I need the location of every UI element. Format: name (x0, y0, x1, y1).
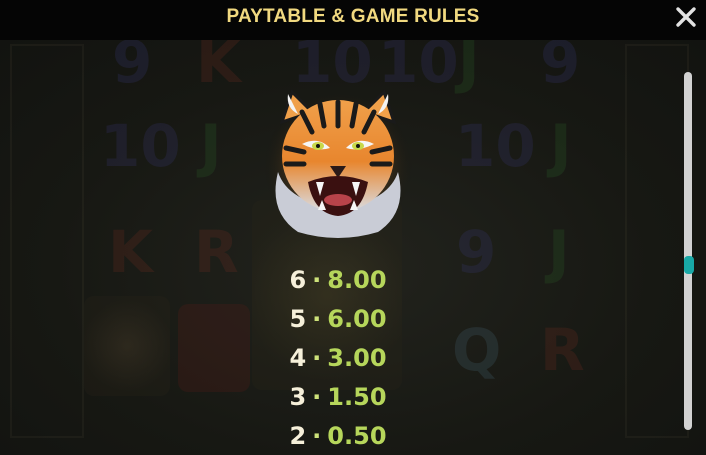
ghost-symbol: K (196, 40, 241, 96)
tiger-symbol-icon (262, 89, 414, 242)
ghost-symbol: J (458, 40, 480, 96)
payout-value: 8.00 (327, 266, 387, 294)
separator-dot: · (312, 383, 322, 411)
symbol-count: 6 (289, 266, 307, 294)
ghost-symbol: J (550, 112, 572, 180)
ghost-symbol: 10 (100, 112, 181, 180)
symbol-count: 5 (289, 305, 307, 333)
symbol-count: 3 (289, 383, 307, 411)
payout-value: 6.00 (327, 305, 387, 333)
reel-frame (10, 44, 84, 438)
payout-row: 4 · 3.00 (0, 341, 676, 375)
reel-frame (625, 44, 689, 438)
payout-value: 0.50 (327, 422, 387, 450)
header-bar: PAYTABLE & GAME RULES (0, 0, 706, 40)
separator-dot: · (312, 422, 322, 450)
scrollbar-thumb[interactable] (684, 256, 694, 274)
ghost-symbol: 10 (455, 112, 536, 180)
payout-value: 3.00 (327, 344, 387, 372)
page-title: PAYTABLE & GAME RULES (226, 6, 480, 27)
scrollbar-track[interactable] (684, 72, 692, 430)
separator-dot: · (312, 266, 322, 294)
payout-row: 3 · 1.50 (0, 380, 676, 414)
symbol-count: 4 (289, 344, 307, 372)
payout-row: 5 · 6.00 (0, 302, 676, 336)
separator-dot: · (312, 344, 322, 372)
separator-dot: · (312, 305, 322, 333)
close-button[interactable] (672, 3, 700, 31)
ghost-symbol: 9 (112, 40, 153, 96)
ghost-symbol: J (200, 112, 222, 180)
payout-row: 6 · 8.00 (0, 263, 676, 297)
ghost-symbol: 9 (540, 40, 581, 96)
payout-row: 2 · 0.50 (0, 419, 676, 453)
payout-value: 1.50 (327, 383, 387, 411)
symbol-count: 2 (289, 422, 307, 450)
close-icon (676, 7, 696, 27)
